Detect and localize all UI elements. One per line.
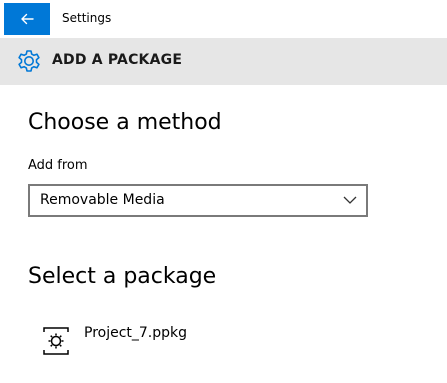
select-package-heading: Select a package (28, 264, 217, 289)
add-from-dropdown[interactable]: Removable Media (28, 184, 368, 217)
page-title: ADD A PACKAGE (52, 52, 183, 68)
choose-method-heading: Choose a method (28, 110, 222, 135)
dropdown-selected-value: Removable Media (40, 192, 165, 208)
package-name: Project_7.ppkg (84, 325, 188, 341)
provisioning-package-icon (43, 327, 69, 355)
gear-icon (18, 50, 40, 72)
package-list-item[interactable]: Project_7.ppkg (36, 318, 296, 362)
title-bar: Settings (0, 0, 447, 38)
chevron-down-icon (343, 196, 357, 204)
back-button[interactable] (4, 3, 50, 35)
back-arrow-icon (21, 13, 34, 25)
window-title: Settings (62, 11, 112, 25)
add-from-label: Add from (28, 158, 88, 173)
page-header: ADD A PACKAGE (0, 38, 447, 85)
